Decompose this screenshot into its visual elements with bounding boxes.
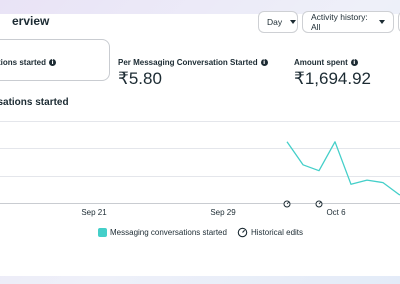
line-chart	[283, 141, 400, 208]
historical-edits-icon	[237, 227, 248, 238]
historical-edit-markers	[283, 200, 323, 208]
x-tick-label: Sep 29	[210, 208, 236, 217]
x-tick-label: Oct 6	[326, 208, 346, 217]
x-tick-label: Sep 21	[81, 208, 107, 217]
legend-historical-edits-label: Historical edits	[251, 228, 304, 237]
legend-series-label: Messaging conversations started	[110, 228, 227, 237]
series-line	[286, 141, 400, 196]
legend-swatch	[98, 228, 107, 237]
